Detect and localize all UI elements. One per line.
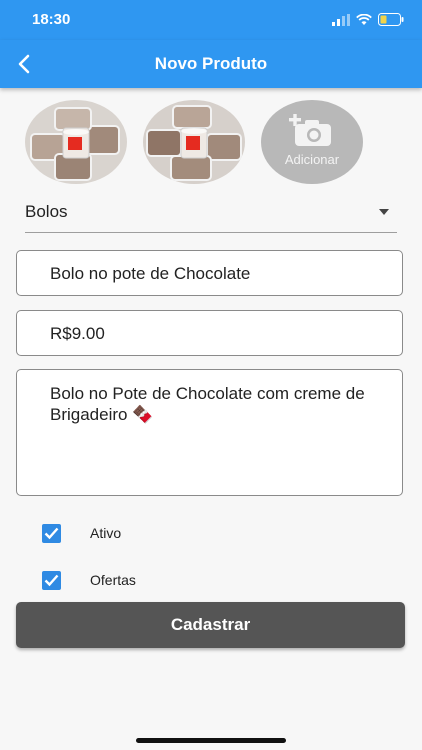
battery-icon xyxy=(378,13,404,26)
product-photo-2[interactable] xyxy=(143,100,245,184)
check-icon xyxy=(44,574,59,587)
status-icons xyxy=(332,13,404,26)
product-photo-image xyxy=(143,100,245,184)
wifi-icon xyxy=(356,13,372,25)
description-value: Bolo no Pote de Chocolate com creme de B… xyxy=(50,384,365,424)
price-value: R$9.00 xyxy=(50,324,105,343)
product-name-value: Bolo no pote de Chocolate xyxy=(50,264,251,283)
category-dropdown[interactable]: Bolos xyxy=(25,196,397,233)
dropdown-caret-icon xyxy=(379,209,389,215)
offers-checkbox[interactable] xyxy=(42,571,61,590)
offers-label: Ofertas xyxy=(90,572,136,588)
add-photo-label: Adicionar xyxy=(284,152,340,167)
status-time: 18:30 xyxy=(32,11,71,28)
product-photo-1[interactable] xyxy=(25,100,127,184)
price-field[interactable]: R$9.00 xyxy=(16,310,403,356)
add-photo-camera-icon xyxy=(289,114,331,146)
description-field[interactable]: Bolo no Pote de Chocolate com creme de B… xyxy=(16,369,403,496)
product-photo-image xyxy=(25,100,127,184)
check-icon xyxy=(44,527,59,540)
add-photo-button[interactable]: Adicionar xyxy=(261,100,363,184)
home-indicator xyxy=(136,738,286,743)
page-title: Novo Produto xyxy=(154,54,268,73)
product-name-field[interactable]: Bolo no pote de Chocolate xyxy=(16,250,403,296)
active-label: Ativo xyxy=(90,525,122,541)
submit-button[interactable]: Cadastrar xyxy=(16,602,405,648)
category-selected-value: Bolos xyxy=(25,202,68,221)
signal-icon xyxy=(332,13,350,26)
status-bar: 18:30 xyxy=(0,0,422,40)
active-checkbox[interactable] xyxy=(42,524,61,543)
app-bar: Novo Produto xyxy=(0,40,422,88)
